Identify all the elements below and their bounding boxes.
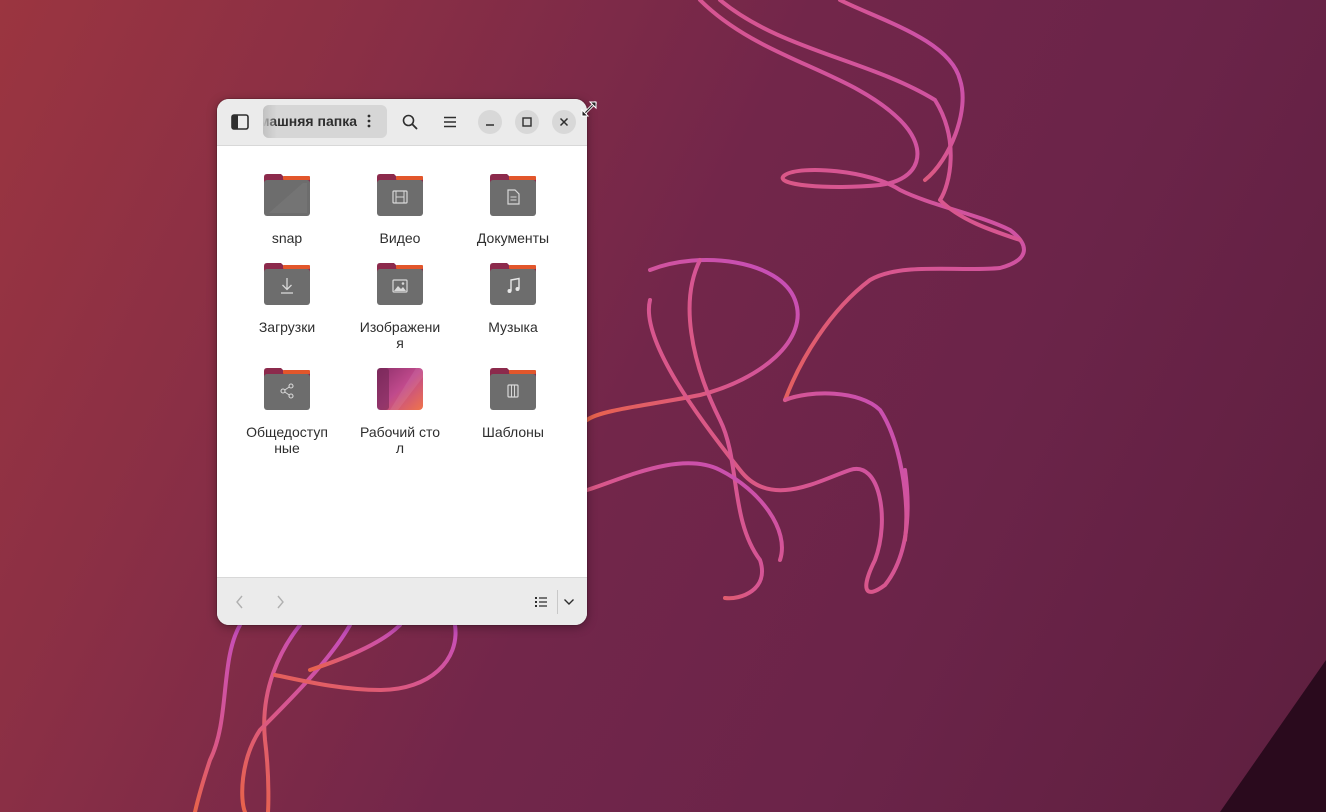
maximize-icon [522,117,532,127]
folder-item-video[interactable]: Видео [345,173,455,246]
desktop-background: Домашняя папка [0,0,1326,812]
forward-button[interactable] [266,588,294,616]
resize-cursor-icon [580,100,598,118]
folder-item-desktop[interactable]: Рабочий стол [345,367,455,456]
chevron-left-icon [236,595,243,609]
maximize-button[interactable] [515,110,539,134]
back-button[interactable] [226,588,254,616]
wallpaper-art [193,0,1326,812]
search-button[interactable] [395,107,425,137]
list-view-icon [535,597,547,607]
folder-label: Загрузки [258,319,316,335]
folder-item-documents[interactable]: Документы [458,173,568,246]
search-icon [402,114,418,130]
folder-icon [490,263,536,305]
sidebar-toggle-button[interactable] [225,107,255,137]
folder-label: Рабочий стол [359,424,441,456]
folder-item-snap[interactable]: snap [232,173,342,246]
minimize-icon [486,124,494,126]
folder-icon [377,174,423,216]
folder-label: Документы [476,230,550,246]
view-options-button[interactable] [555,588,583,616]
folder-item-public[interactable]: Общедоступные [232,367,342,456]
folder-label: Музыка [488,319,538,335]
minimize-button[interactable] [478,110,502,134]
chevron-down-icon [564,599,574,605]
folder-icon [490,174,536,216]
folder-item-templates[interactable]: Шаблоны [458,367,568,440]
folder-label: Шаблоны [482,424,544,440]
folder-item-downloads[interactable]: Загрузки [232,262,342,335]
hamburger-icon [444,116,456,128]
chevron-right-icon [277,595,284,609]
folder-label: snap [271,230,303,246]
folder-item-music[interactable]: Музыка [458,262,568,335]
header-bar: Домашняя папка [217,99,587,146]
folder-item-pictures[interactable]: Изображения [345,262,455,351]
path-bar[interactable]: Домашняя папка [263,105,387,138]
vertical-dots-icon [367,114,371,128]
sidebar-icon [231,114,249,130]
file-manager-window: Домашняя папка [217,99,587,625]
path-label[interactable]: Домашняя папка [263,105,357,138]
folder-icon [264,263,310,305]
folder-label: Изображения [359,319,441,351]
folder-icon [264,174,310,216]
folder-view[interactable]: snap Видео Документы Загрузки Изображени… [217,146,587,577]
close-icon [559,117,569,127]
footer-bar [217,577,587,625]
folder-icon [264,368,310,410]
close-button[interactable] [552,110,576,134]
folder-label: Видео [379,230,421,246]
folder-label: Общедоступные [246,424,328,456]
folder-icon [490,368,536,410]
view-list-button[interactable] [527,588,555,616]
folder-icon [377,263,423,305]
main-menu-button[interactable] [435,107,465,137]
path-fade [263,105,277,138]
path-menu-button[interactable] [355,107,383,135]
desktop-icon [377,368,423,410]
